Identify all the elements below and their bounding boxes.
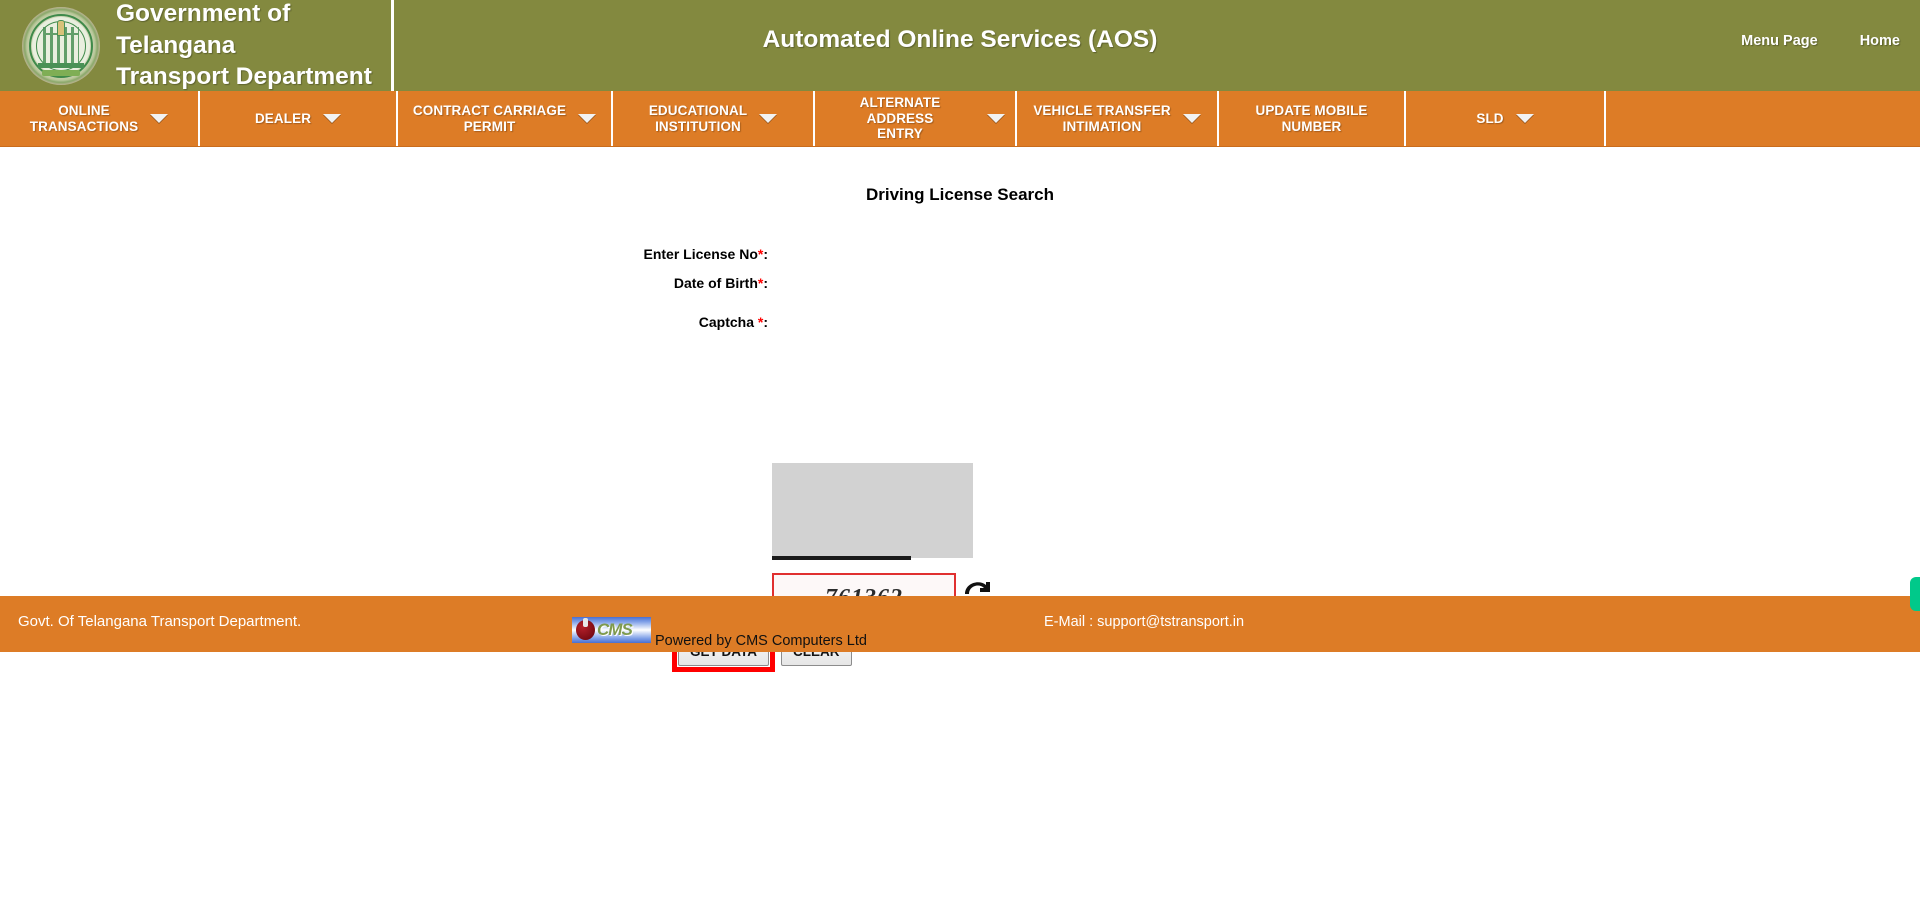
label-license-no: Enter License No*:	[643, 246, 769, 262]
footer-email-text: E-Mail : support@tstransport.in	[1044, 614, 1245, 630]
header-nav-links: Menu Page Home	[1741, 33, 1900, 49]
nav-item-label: UPDATE MOBILE NUMBER	[1255, 102, 1368, 134]
chevron-down-icon[interactable]	[323, 114, 342, 123]
chevron-down-icon[interactable]	[1515, 114, 1534, 123]
main-content: Driving License Search Enter License No*…	[0, 147, 1920, 672]
main-navigation-bar: ONLINE TRANSACTIONS DEALER CONTRACT CARR…	[0, 91, 1920, 147]
nav-item-update-mobile-number[interactable]: UPDATE MOBILE NUMBER	[1219, 91, 1406, 146]
chevron-down-icon[interactable]	[150, 114, 169, 123]
site-footer: Govt. Of Telangana Transport Department.…	[0, 596, 1920, 652]
nav-item-contract-carriage-permit[interactable]: CONTRACT CARRIAGE PERMIT	[398, 91, 613, 146]
nav-item-label: ALTERNATE ADDRESS ENTRY	[859, 94, 941, 142]
nav-item-dealer[interactable]: DEALER	[200, 91, 398, 146]
nav-item-educational-institution[interactable]: EDUCATIONAL INSTITUTION	[613, 91, 815, 146]
site-header: Government of Telangana Transport Depart…	[0, 0, 1920, 91]
chevron-down-icon[interactable]	[759, 114, 778, 123]
footer-department-text: Govt. Of Telangana Transport Department.	[18, 613, 302, 630]
nav-item-sld[interactable]: SLD	[1406, 91, 1606, 146]
nav-item-online-transactions[interactable]: ONLINE TRANSACTIONS	[0, 91, 200, 146]
brand-title-line2: Transport Department	[116, 63, 372, 91]
label-captcha: Captcha *:	[698, 314, 768, 330]
page-app-title: Automated Online Services (AOS)	[762, 26, 1158, 53]
nav-filler	[1606, 91, 1920, 146]
cms-logo-icon: CMS	[572, 617, 651, 643]
chevron-down-icon[interactable]	[578, 114, 597, 123]
captcha-input-underline	[772, 556, 911, 560]
input-fields-region[interactable]	[772, 463, 973, 558]
nav-item-alternate-address-entry[interactable]: ALTERNATE ADDRESS ENTRY	[815, 91, 1017, 146]
chevron-down-icon[interactable]	[987, 114, 1005, 123]
nav-item-label: CONTRACT CARRIAGE PERMIT	[412, 102, 567, 134]
nav-item-label: VEHICLE TRANSFER INTIMATION	[1033, 102, 1171, 134]
field-row-captcha: Captcha *:	[490, 314, 768, 330]
chevron-down-icon[interactable]	[1182, 114, 1201, 123]
nav-item-label: EDUCATIONAL INSTITUTION	[648, 102, 748, 134]
nav-item-label: SLD	[1476, 110, 1504, 126]
cms-logo-text: CMS	[597, 620, 633, 639]
nav-item-label: DEALER	[254, 110, 312, 126]
field-row-license-no: Enter License No*:	[490, 246, 769, 262]
field-row-date-of-birth: Date of Birth*:	[490, 275, 768, 291]
footer-powered-by-text: Powered by CMS Computers Ltd	[655, 633, 867, 649]
footer-powered-by-block: CMS Powered by CMS Computers Ltd	[572, 617, 867, 649]
page-title: Driving License Search	[865, 185, 1055, 204]
header-link-menu-page[interactable]: Menu Page	[1741, 33, 1818, 49]
scroll-indicator[interactable]	[1910, 577, 1920, 611]
header-link-home[interactable]: Home	[1860, 33, 1900, 49]
nav-item-label: ONLINE TRANSACTIONS	[29, 102, 139, 134]
driving-license-search-form: Enter License No*: Date of Birth*: Captc…	[0, 231, 1920, 672]
label-date-of-birth: Date of Birth*:	[673, 275, 768, 291]
nav-item-vehicle-transfer-intimation[interactable]: VEHICLE TRANSFER INTIMATION	[1017, 91, 1219, 146]
